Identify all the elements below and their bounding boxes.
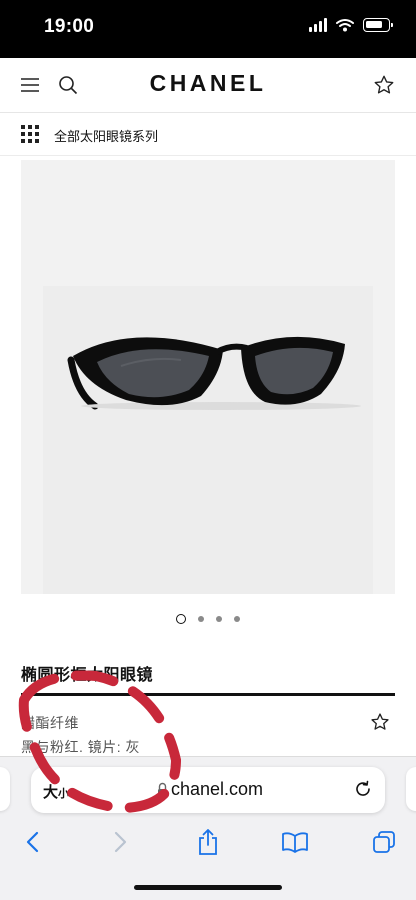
title-underline <box>21 693 395 696</box>
carousel-dot[interactable] <box>216 616 222 622</box>
category-nav[interactable]: 全部太阳眼镜系列 <box>0 113 416 155</box>
star-icon[interactable] <box>371 72 397 98</box>
browser-toolbar <box>0 823 416 863</box>
category-label[interactable]: 全部太阳眼镜系列 <box>54 126 158 145</box>
url-text[interactable]: chanel.com <box>171 779 263 800</box>
sunglasses-image <box>67 336 361 410</box>
reload-icon[interactable] <box>353 779 373 799</box>
carousel-dot[interactable] <box>176 614 186 624</box>
status-time: 19:00 <box>44 16 95 37</box>
carousel-dot[interactable] <box>198 616 204 622</box>
grid-icon <box>21 125 39 143</box>
product-title: 椭圆形框太阳眼镜 <box>21 667 154 684</box>
product-colorway: 黑与粉红. 镜片: 灰 <box>21 739 141 755</box>
wifi-icon <box>336 19 354 32</box>
home-indicator <box>134 885 282 890</box>
browser-bar: 大小 chanel.com <box>0 756 416 900</box>
lock-icon <box>158 782 167 796</box>
text-size-small: 小 <box>58 788 70 800</box>
share-icon[interactable] <box>193 827 223 857</box>
product-image[interactable] <box>21 160 395 594</box>
text-size-large: 大 <box>43 784 59 801</box>
status-bar: 19:00 <box>0 0 416 58</box>
bookmarks-icon[interactable] <box>280 827 310 857</box>
status-icons <box>309 18 393 32</box>
next-tab-card[interactable] <box>406 767 416 811</box>
address-bar[interactable]: 大小 chanel.com <box>31 767 385 813</box>
brand-logo[interactable]: CHANEL <box>0 70 416 97</box>
forward-icon[interactable] <box>106 827 136 857</box>
site-header: CHANEL <box>0 58 416 112</box>
image-carousel-dots[interactable] <box>0 614 416 624</box>
back-icon[interactable] <box>17 827 47 857</box>
product-material: 醋酯纤维 <box>21 715 79 731</box>
battery-icon <box>363 18 393 32</box>
text-size-button[interactable]: 大小 <box>43 781 69 802</box>
previous-tab-card[interactable] <box>0 767 10 811</box>
wishlist-star-icon[interactable] <box>370 712 390 737</box>
battery-level <box>366 21 382 28</box>
cellular-signal-icon <box>309 18 327 32</box>
carousel-dot[interactable] <box>234 616 240 622</box>
category-divider <box>0 155 416 156</box>
tabs-icon[interactable] <box>369 827 399 857</box>
